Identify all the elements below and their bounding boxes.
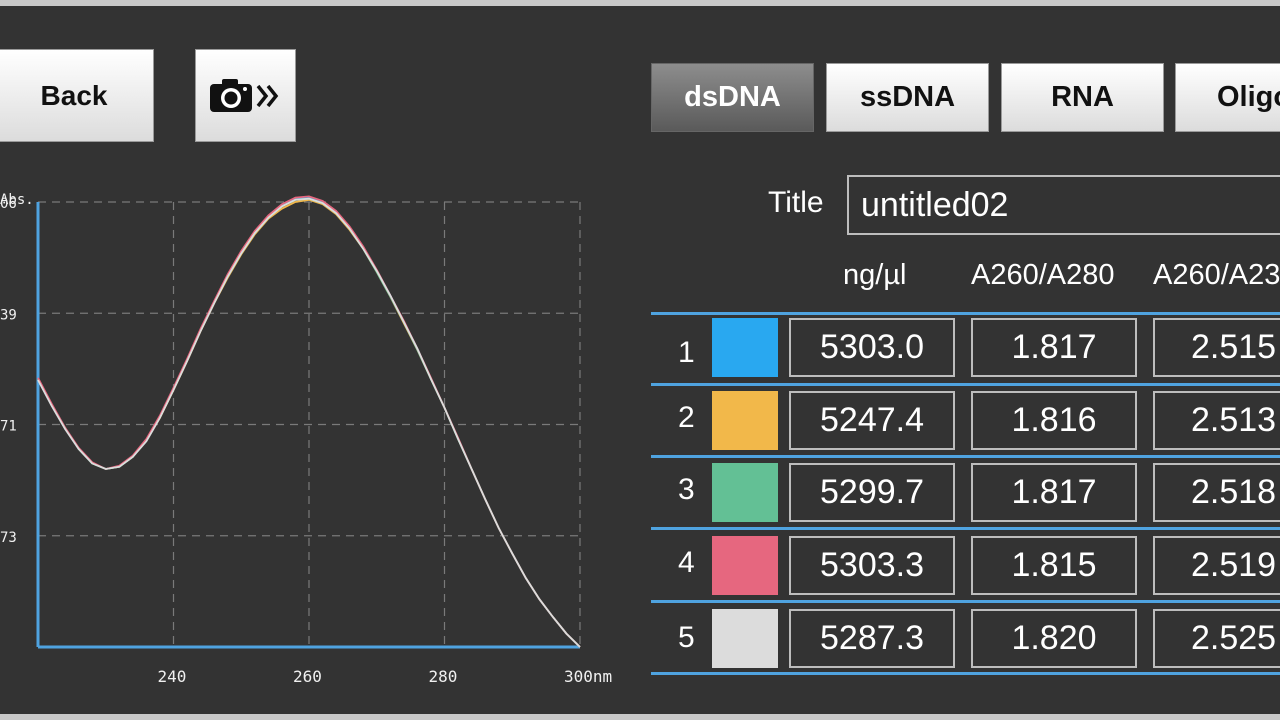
x-tick-label: 280 (429, 667, 458, 686)
row-divider (651, 312, 1280, 315)
a260-a280-cell: 1.817 (971, 463, 1137, 522)
column-header-concentration: ng/µl (843, 259, 907, 291)
y-tick-label: 39 (0, 307, 17, 323)
y-tick-label: 06 (0, 196, 17, 212)
sample-color-swatch[interactable] (712, 536, 778, 595)
tab-dsdna-label: dsDNA (684, 81, 781, 113)
tab-rna-label: RNA (1051, 81, 1114, 113)
tab-ssdna[interactable]: ssDNA (826, 63, 989, 132)
sample-color-swatch[interactable] (712, 318, 778, 377)
row-divider (651, 600, 1280, 603)
bottom-border (0, 714, 1280, 720)
y-tick-label: 73 (0, 530, 17, 546)
x-tick-label: 300nm (564, 667, 612, 686)
concentration-cell: 5247.4 (789, 391, 955, 450)
a260-a230-cell: 2.519 (1153, 536, 1280, 595)
a260-a230-cell: 2.525 (1153, 609, 1280, 668)
concentration-cell: 5303.0 (789, 318, 955, 377)
a260-a280-cell: 1.820 (971, 609, 1137, 668)
y-tick-labels: 06 39 71 73 (0, 196, 17, 546)
double-chevron-right-icon (256, 84, 278, 107)
x-tick-label: 240 (158, 667, 187, 686)
concentration-cell: 5303.3 (789, 536, 955, 595)
title-label: Title (768, 186, 824, 219)
concentration-cell: 5287.3 (789, 609, 955, 668)
a260-a230-cell: 2.515 (1153, 318, 1280, 377)
row-divider (651, 383, 1280, 386)
screenshot-button[interactable] (195, 49, 296, 142)
tab-ssdna-label: ssDNA (859, 81, 956, 113)
back-button[interactable]: Back (0, 49, 154, 142)
top-border (0, 0, 1280, 6)
row-divider (651, 455, 1280, 458)
column-header-a260-a280: A260/A280 (971, 259, 1115, 291)
a260-a230-cell: 2.518 (1153, 463, 1280, 522)
tab-dsdna[interactable]: dsDNA (651, 63, 814, 132)
sample-color-swatch[interactable] (712, 463, 778, 522)
row-number: 3 (678, 473, 695, 506)
x-tick-label: 260 (293, 667, 322, 686)
camera-icon (209, 78, 278, 112)
row-divider (651, 527, 1280, 530)
y-tick-label: 71 (0, 419, 17, 435)
concentration-cell: 5299.7 (789, 463, 955, 522)
sample-color-swatch[interactable] (712, 391, 778, 450)
x-tick-labels: 240 260 280 300nm (158, 667, 613, 686)
row-number: 2 (678, 401, 695, 434)
row-number: 1 (678, 336, 695, 369)
series-line-2 (37, 198, 581, 648)
tab-oligo[interactable]: Oligo (1175, 63, 1280, 132)
tab-oligo-label: Oligo (1217, 81, 1280, 113)
a260-a280-cell: 1.816 (971, 391, 1137, 450)
title-input[interactable] (847, 175, 1280, 235)
tab-rna[interactable]: RNA (1001, 63, 1164, 132)
column-header-a260-a230: A260/A230 (1153, 259, 1280, 291)
a260-a230-cell: 2.513 (1153, 391, 1280, 450)
a260-a280-cell: 1.815 (971, 536, 1137, 595)
a260-a280-cell: 1.817 (971, 318, 1137, 377)
row-number: 4 (678, 546, 695, 579)
chart-grid (38, 201, 581, 647)
sample-color-swatch[interactable] (712, 609, 778, 668)
back-button-label: Back (40, 79, 108, 111)
row-divider (651, 672, 1280, 675)
row-number: 5 (678, 621, 695, 654)
absorbance-chart: Abs. 06397173 240 260 280 300nm (0, 192, 613, 686)
